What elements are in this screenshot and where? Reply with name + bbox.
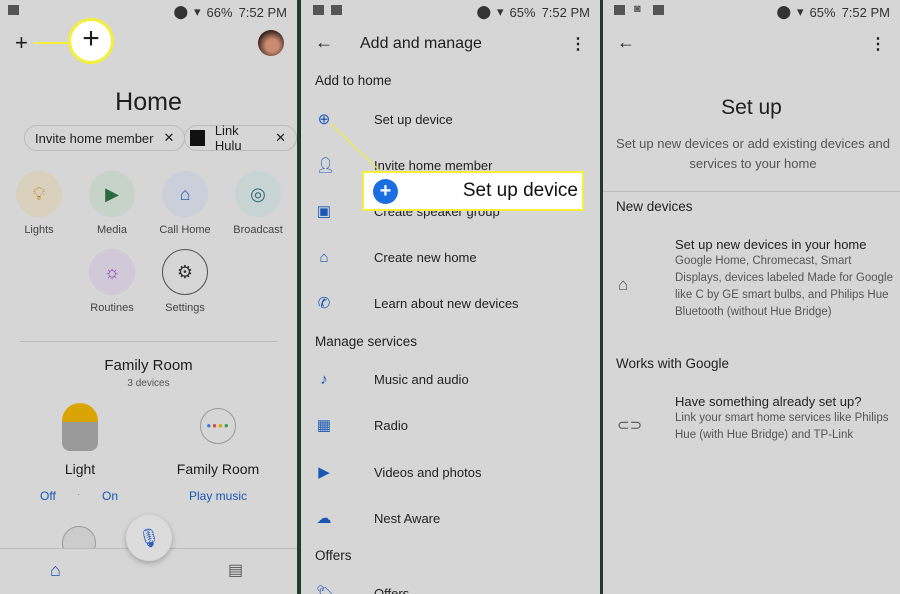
gallery-notification-icon [653,5,664,15]
broadcast-icon[interactable]: ◎ [235,171,281,217]
add-circle-icon: + [373,178,398,204]
page-title: Set up [721,96,782,119]
add-and-manage-screen: ⬤ ▾ 65% 7:52 PM ← Add and manage ⋮ Add to h… [301,0,600,594]
set-up-screen: ◙ ⬤ ▾ 65% 7:52 PM ← ⋮ Set up Set up new dev… [603,0,900,594]
callout-line [34,42,72,44]
play-music-button[interactable]: Play music [163,489,273,503]
wifi-icon: ▾ [194,4,201,19]
divider [603,191,900,192]
gear-icon[interactable]: ⚙ [162,249,208,295]
room-name: Family Room [104,357,193,374]
link-icon: ⊂⊃ [617,417,643,434]
ebay-notification-icon [614,5,625,15]
more-options-icon[interactable]: ⋮ [870,34,886,54]
light-bulb-device-icon[interactable] [62,403,98,451]
instagram-notification-icon: ◙ [634,3,641,15]
close-icon[interactable]: ✕ [164,130,175,146]
avatar[interactable] [258,30,284,56]
close-icon[interactable]: ✕ [275,130,286,146]
wifi-icon: ▾ [797,4,804,19]
lightbulb-icon[interactable]: 💡︎ [16,171,62,217]
media-icon[interactable]: ▶ [89,171,135,217]
chip-hulu[interactable]: Link Hulu ✕ [184,123,297,153]
feed-nav-icon[interactable]: ▤ [228,560,243,580]
routines-icon[interactable]: ☼ [89,249,135,295]
home-icon: ⌂ [618,275,629,294]
hulu-logo [190,130,205,146]
light-off-button[interactable]: Off [40,489,56,503]
set-up-device-callout[interactable]: + Set up device [362,171,584,211]
ebay-notification-icon [8,5,19,15]
callout-connector [330,123,382,173]
home-nav-icon[interactable]: ⌂ [50,560,61,581]
set-up-new-devices-item[interactable]: ⌂ Set up new devices in your home Google… [603,230,900,340]
speaker-device-icon[interactable]: ●●●● [200,408,236,444]
light-on-button[interactable]: On [102,489,118,503]
status-bar: ⬤ ▾ 65% 7:52 PM [776,4,890,20]
home-screen: ⬤ ▾ 66% 7:52 PM + + Home Invite home member… [0,0,297,594]
page-title: Home [115,88,182,116]
chip-invite[interactable]: Invite home member ✕ [24,125,186,151]
divider [20,341,277,342]
location-icon: ⬤ [173,4,189,19]
add-button-highlight[interactable]: + [68,18,114,64]
back-arrow-icon[interactable]: ← [617,32,635,53]
link-existing-services-item[interactable]: ⊂⊃ Have something already set up? Link y… [603,388,900,468]
location-icon: ⬤ [776,4,792,19]
add-icon[interactable]: + [15,30,28,56]
status-bar: ⬤ ▾ 66% 7:52 PM [173,4,287,20]
call-home-icon[interactable]: ⌂ [162,171,208,217]
microphone-button[interactable]: 🎙︎ [126,515,172,561]
